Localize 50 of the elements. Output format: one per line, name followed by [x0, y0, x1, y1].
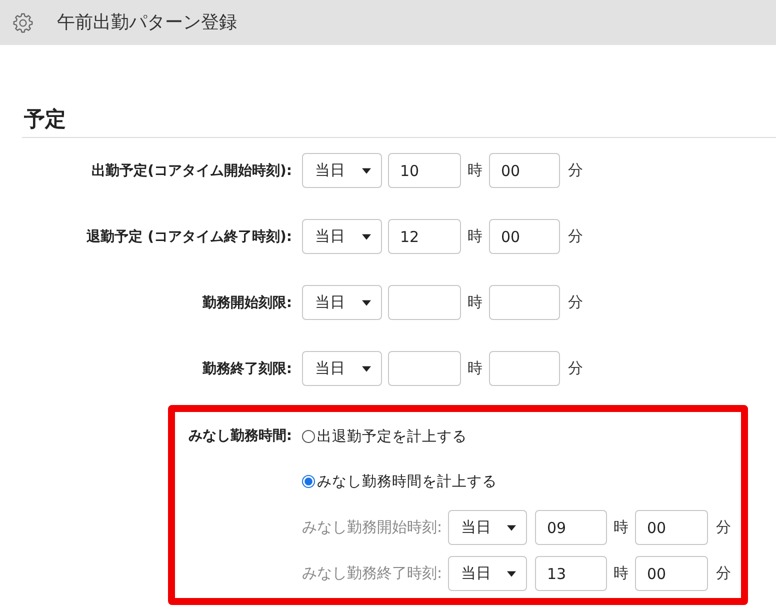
caret-icon: [507, 570, 516, 576]
minute-input[interactable]: 00: [635, 510, 708, 545]
radio-button[interactable]: [302, 474, 315, 488]
hour-input[interactable]: 10: [388, 153, 461, 188]
day-select[interactable]: 当日: [302, 153, 382, 188]
hour-unit-label: 時: [466, 161, 484, 180]
hour-input[interactable]: [388, 285, 461, 320]
hour-unit-label: 時: [466, 293, 484, 312]
minute-unit-label: 分: [716, 518, 731, 537]
radio-button[interactable]: [302, 430, 315, 442]
section-title: 予定: [24, 107, 66, 131]
hour-input[interactable]: 12: [388, 219, 461, 254]
minute-input[interactable]: 00: [635, 556, 708, 591]
field-label: 出勤予定(コアタイム開始時刻):: [90, 162, 292, 180]
minute-input[interactable]: 00: [489, 153, 560, 188]
field-label: みなし勤務終了時刻:: [302, 564, 442, 583]
day-select[interactable]: 当日: [448, 510, 527, 545]
minute-input[interactable]: [489, 351, 560, 386]
hour-unit-label: 時: [612, 564, 630, 583]
field-label: 勤務終了刻限:: [201, 360, 292, 378]
minute-unit-label: 分: [568, 227, 583, 246]
field-label: 退勤予定 (コアタイム終了時刻):: [86, 228, 292, 246]
day-select[interactable]: 当日: [302, 351, 382, 386]
caret-icon: [362, 234, 371, 240]
minute-unit-label: 分: [716, 564, 731, 583]
page-title: 午前出勤パターン登録: [57, 10, 237, 34]
settings-icon: [13, 12, 33, 32]
hour-input[interactable]: 09: [535, 510, 607, 545]
minute-input[interactable]: 00: [489, 219, 560, 254]
hour-unit-label: 時: [466, 227, 484, 246]
caret-icon: [362, 300, 371, 306]
day-select[interactable]: 当日: [302, 219, 382, 254]
hour-input[interactable]: [388, 351, 461, 386]
field-label: みなし勤務時間:: [187, 427, 292, 446]
minute-input[interactable]: [489, 285, 560, 320]
caret-icon: [507, 524, 516, 530]
option-label[interactable]: 出退勤予定を計上する: [317, 426, 467, 446]
day-select[interactable]: 当日: [448, 556, 527, 591]
day-select[interactable]: 当日: [302, 285, 382, 320]
field-label: みなし勤務開始時刻:: [302, 518, 442, 537]
hour-unit-label: 時: [466, 359, 484, 378]
field-label: 勤務開始刻限:: [201, 294, 292, 312]
hour-unit-label: 時: [612, 518, 630, 537]
minute-unit-label: 分: [568, 359, 583, 378]
minute-unit-label: 分: [568, 293, 583, 312]
caret-icon: [362, 366, 371, 372]
caret-icon: [362, 168, 371, 174]
hour-input[interactable]: 13: [535, 556, 607, 591]
minute-unit-label: 分: [568, 161, 583, 180]
option-label[interactable]: みなし勤務時間を計上する: [317, 472, 497, 490]
